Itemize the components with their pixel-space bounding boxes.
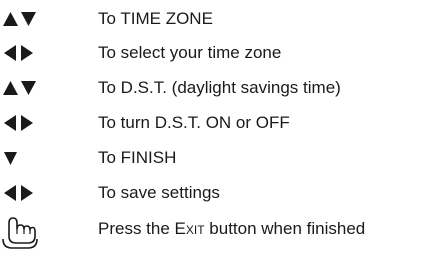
exit-keyword: Exit bbox=[174, 219, 205, 238]
step-finish: To FINISH bbox=[0, 141, 442, 175]
step-text-after: button when finished bbox=[204, 219, 366, 238]
step-text: Press the Exit button when finished bbox=[98, 219, 365, 239]
up-down-arrows-icon bbox=[0, 71, 60, 105]
step-text: To FINISH bbox=[98, 148, 177, 167]
step-save-settings: To save settings bbox=[0, 176, 442, 210]
step-text: To D.S.T. (daylight savings time) bbox=[98, 78, 341, 97]
step-text-before: Press the bbox=[98, 219, 175, 238]
step-time-zone: To TIME ZONE bbox=[0, 2, 442, 36]
step-text: To turn D.S.T. ON or OFF bbox=[98, 113, 290, 132]
step-dst: To D.S.T. (daylight savings time) bbox=[0, 71, 442, 105]
down-arrow-icon bbox=[0, 141, 60, 175]
step-press-exit: Press the Exit button when finished bbox=[0, 212, 442, 249]
step-text: To save settings bbox=[98, 183, 220, 202]
left-right-arrows-icon bbox=[0, 106, 60, 140]
step-text: To select your time zone bbox=[98, 43, 282, 62]
left-right-arrows-icon bbox=[0, 36, 60, 70]
step-select-time-zone: To select your time zone bbox=[0, 36, 442, 70]
step-text: To TIME ZONE bbox=[98, 9, 213, 28]
pressing-hand-icon bbox=[0, 212, 60, 249]
up-down-arrows-icon bbox=[0, 2, 60, 36]
step-dst-on-off: To turn D.S.T. ON or OFF bbox=[0, 106, 442, 140]
left-right-arrows-icon bbox=[0, 176, 60, 210]
